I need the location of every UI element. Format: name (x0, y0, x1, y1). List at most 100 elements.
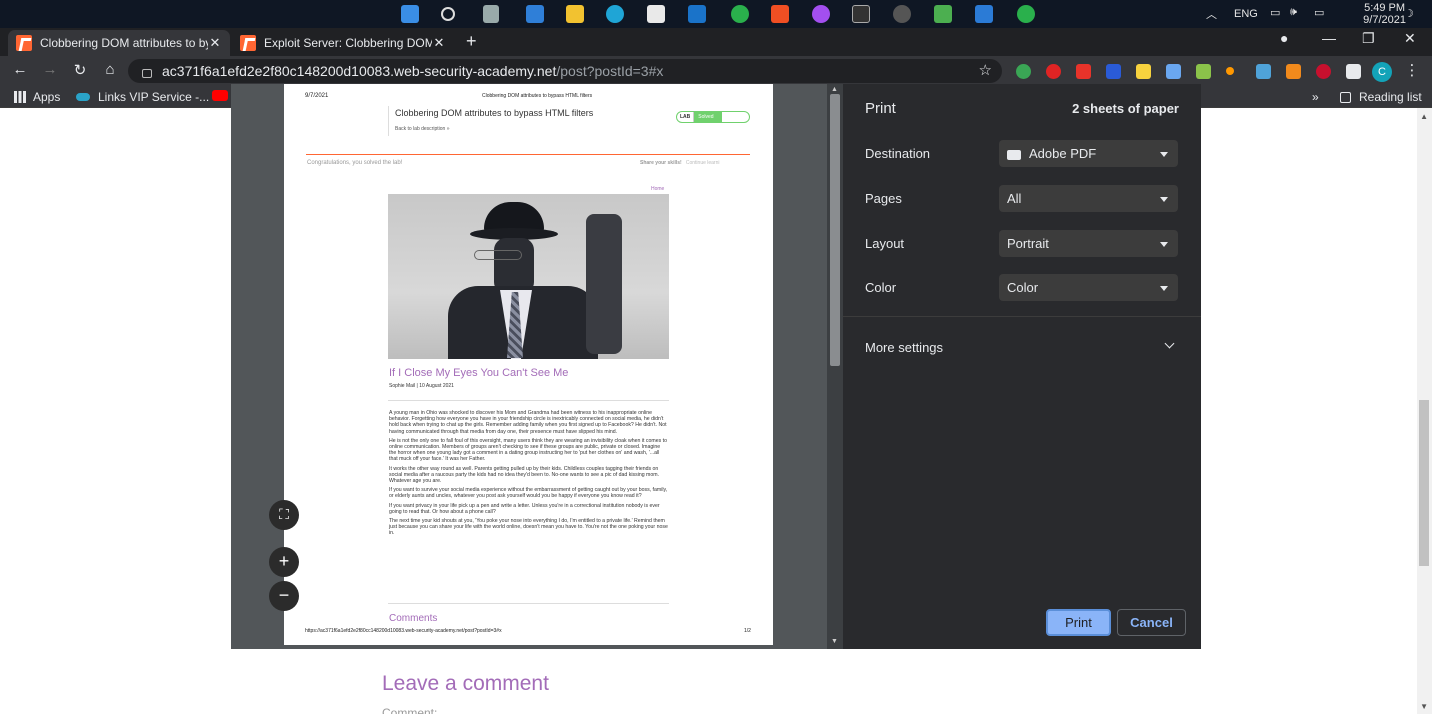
extension-icon[interactable] (1226, 67, 1234, 75)
close-tab-icon[interactable]: ✕ (208, 35, 222, 51)
color-value: Color (1007, 280, 1039, 295)
bookmarks-overflow-icon[interactable]: » (1312, 90, 1319, 104)
taskbar-clock[interactable]: 5:49 PM 9/7/2021 (1363, 2, 1406, 26)
language-indicator[interactable]: ENG (1234, 8, 1258, 20)
windows-start-icon[interactable] (401, 5, 419, 23)
extension-icon[interactable] (1196, 64, 1211, 79)
notifications-icon[interactable]: ☽ (1404, 7, 1414, 20)
extension-icon[interactable] (1166, 64, 1181, 79)
extensions-puzzle-icon[interactable] (1346, 64, 1361, 79)
cloud-icon (76, 93, 90, 101)
close-tab-icon[interactable]: ✕ (432, 35, 446, 51)
chrome-profile-icon[interactable] (1017, 5, 1035, 23)
reload-button[interactable]: ↻ (70, 61, 90, 79)
home-button[interactable]: ⌂ (100, 61, 120, 78)
preview-back-link: Back to lab description » (395, 126, 450, 132)
vscode-icon[interactable] (975, 5, 993, 23)
extension-icon[interactable] (1316, 64, 1331, 79)
obs-icon[interactable] (893, 5, 911, 23)
mail-icon[interactable] (688, 5, 706, 23)
messenger-icon[interactable] (812, 5, 830, 23)
extension-icon[interactable] (1286, 64, 1301, 79)
reading-list-button[interactable]: Reading list (1340, 90, 1422, 104)
edge-icon[interactable] (606, 5, 624, 23)
scroll-up-icon[interactable]: ▲ (1420, 112, 1428, 121)
preview-post-title: If I Close My Eyes You Can't See Me (389, 367, 569, 379)
address-bar[interactable]: ac371f6a1efd2e2f80c148200d10083.web-secu… (128, 59, 1002, 83)
preview-notification-line (306, 154, 750, 155)
share-label: Share your skills! (640, 160, 682, 166)
profile-dot-icon[interactable]: ● (1280, 30, 1288, 46)
page-scrollbar-thumb[interactable] (1419, 400, 1429, 566)
search-icon[interactable] (441, 7, 455, 21)
widgets-icon[interactable] (526, 5, 544, 23)
store-icon[interactable] (647, 5, 665, 23)
dropdown-caret-icon (1160, 197, 1168, 202)
layout-value: Portrait (1007, 236, 1049, 251)
layout-select[interactable]: Portrait (999, 230, 1178, 257)
brave-icon[interactable] (771, 5, 789, 23)
network-icon[interactable]: ▭ (1270, 6, 1280, 19)
preview-scroll-up-icon[interactable]: ▲ (831, 86, 838, 93)
color-select[interactable]: Color (999, 274, 1178, 301)
lock-icon[interactable] (142, 68, 152, 78)
preview-scrollbar-thumb[interactable] (830, 94, 840, 366)
zoom-in-button[interactable]: + (269, 547, 299, 577)
forward-button[interactable]: → (40, 61, 60, 78)
portswigger-icon (240, 35, 256, 51)
preview-comments-heading: Comments (389, 613, 438, 624)
sheet-count: 2 sheets of paper (1072, 101, 1179, 116)
close-window-button[interactable]: ✕ (1404, 30, 1416, 47)
print-preview-area: 9/7/2021 Clobbering DOM attributes to by… (231, 84, 843, 649)
file-explorer-icon[interactable] (566, 5, 584, 23)
bookmark-youtube[interactable] (212, 90, 228, 101)
preview-scroll-down-icon[interactable]: ▼ (831, 638, 838, 645)
portswigger-icon (16, 35, 32, 51)
menu-kebab-icon[interactable]: ⋮ (1402, 61, 1422, 79)
chrome-icon[interactable] (731, 5, 749, 23)
url-path: /post?postId=3#x (556, 63, 664, 79)
destination-select[interactable]: Adobe PDF (999, 140, 1178, 167)
preview-congrats-text: Congratulations, you solved the lab! (307, 160, 403, 166)
url-host: ac371f6a1efd2e2f80c148200d10083.web-secu… (162, 63, 557, 79)
extension-icon[interactable] (1016, 64, 1031, 79)
bookmark-apps[interactable]: Apps (14, 90, 60, 104)
tray-chevron-icon[interactable]: ︿ (1206, 6, 1217, 22)
chevron-down-icon[interactable] (1164, 338, 1175, 349)
print-button[interactable]: Print (1046, 609, 1111, 636)
print-title: Print (865, 100, 896, 117)
pages-select[interactable]: All (999, 185, 1178, 212)
fit-to-width-button[interactable]: ⛶ (269, 500, 299, 530)
volume-icon[interactable]: 🕪 (1290, 6, 1297, 19)
apps-grid-icon (14, 91, 26, 103)
profile-avatar[interactable]: C (1372, 62, 1392, 82)
restore-button[interactable]: ❐ (1362, 30, 1375, 47)
bookmark-links-vip[interactable]: Links VIP Service -... (76, 90, 209, 104)
preview-post-author: Sophie Mail | 10 August 2021 (389, 383, 454, 389)
dropdown-caret-icon (1160, 286, 1168, 291)
zoom-out-button[interactable]: − (269, 581, 299, 611)
terminal-icon[interactable] (852, 5, 870, 23)
scroll-down-icon[interactable]: ▼ (1420, 702, 1428, 711)
tab-clobbering-dom[interactable]: Clobbering DOM attributes to by ✕ (8, 30, 230, 56)
chair-shape (586, 214, 622, 354)
preview-lab-title: Clobbering DOM attributes to bypass HTML… (395, 108, 594, 118)
app-icon[interactable] (934, 5, 952, 23)
task-view-icon[interactable] (483, 5, 499, 23)
bookmark-star-icon[interactable]: ☆ (979, 61, 992, 79)
tab-exploit-server[interactable]: Exploit Server: Clobbering DOM a ✕ (232, 30, 454, 56)
back-button[interactable]: ← (10, 61, 30, 78)
clock-date: 9/7/2021 (1363, 14, 1406, 26)
preview-share-text: Share your skills! Continue learni (640, 160, 720, 166)
new-tab-button[interactable]: + (466, 31, 477, 52)
extension-icon[interactable] (1046, 64, 1061, 79)
more-settings-toggle[interactable]: More settings (865, 340, 943, 355)
extension-icon[interactable] (1106, 64, 1121, 79)
minimize-button[interactable]: — (1322, 30, 1336, 46)
extension-icon[interactable] (1136, 64, 1151, 79)
cancel-button[interactable]: Cancel (1117, 609, 1186, 636)
extension-icon[interactable] (1256, 64, 1271, 79)
post-paragraph: If you want to survive your social media… (389, 487, 668, 500)
extension-icon[interactable] (1076, 64, 1091, 79)
battery-icon[interactable]: ▭ (1314, 6, 1324, 19)
